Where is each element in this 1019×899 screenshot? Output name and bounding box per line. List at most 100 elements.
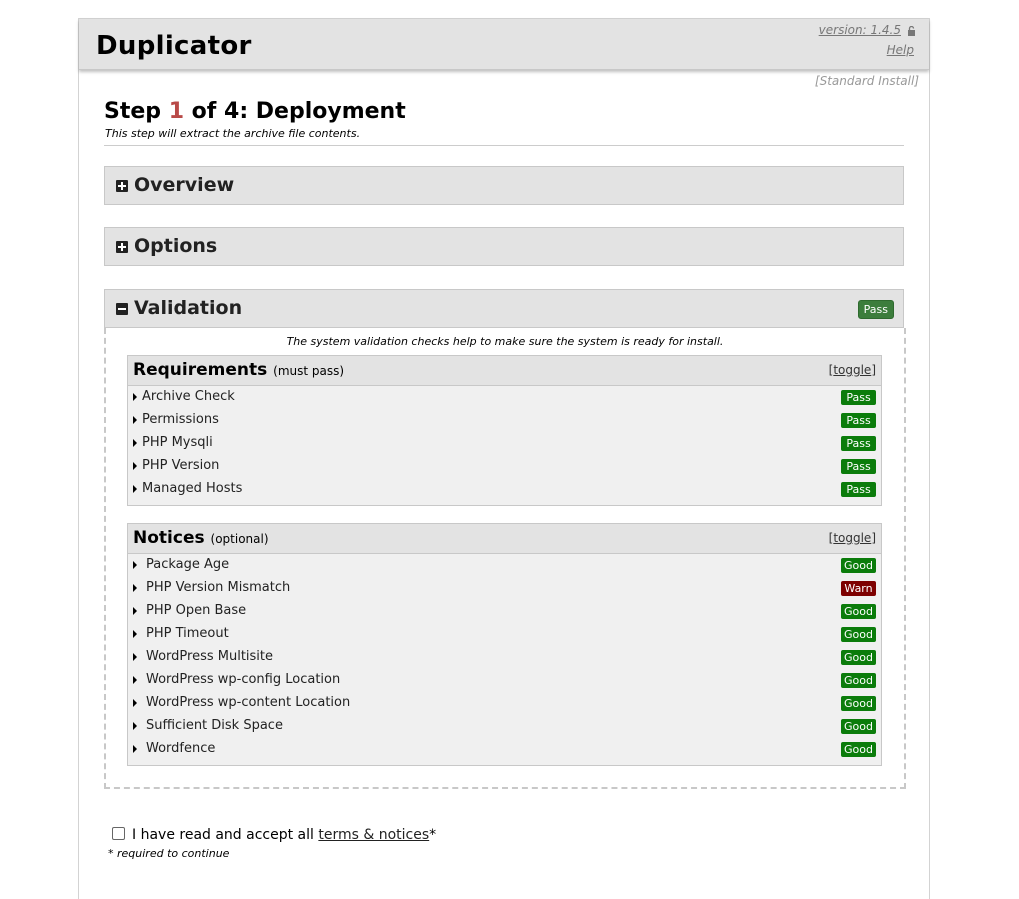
caret-right-icon [133,699,137,707]
notice-row[interactable]: PHP Timeout Good [128,623,881,646]
requirement-row[interactable]: PHP Mysqli Pass [128,432,881,455]
app-title: Duplicator [96,31,252,61]
section-overview[interactable]: Overview [104,166,904,205]
notice-label: PHP Timeout [146,626,229,641]
notices-toggle[interactable]: [toggle] [829,531,876,545]
notice-row[interactable]: WordPress wp-content Location Good [128,692,881,715]
lock-icon [908,26,915,36]
status-badge: Good [841,627,876,642]
status-badge: Pass [841,436,876,451]
requirements-toggle-link[interactable]: toggle [833,363,871,377]
caret-right-icon [133,745,137,753]
caret-right-icon [133,676,137,684]
step-number: 1 [168,99,185,124]
caret-right-icon [133,393,137,401]
status-badge: Good [841,558,876,573]
notice-label: WordPress Multisite [146,649,274,664]
section-validation-label: Validation [134,297,243,319]
caret-right-icon [133,416,137,424]
status-badge: Pass [841,482,876,497]
step-suffix: of 4: Deployment [184,99,406,124]
expand-icon [116,241,128,253]
notice-label: Sufficient Disk Space [146,718,283,733]
notice-row[interactable]: PHP Version Mismatch Warn [128,577,881,600]
notices-header: Notices (optional) [toggle] [128,524,881,554]
requirement-label: Managed Hosts [142,481,243,496]
requirement-row[interactable]: Permissions Pass [128,409,881,432]
notices-box: Notices (optional) [toggle] Package Age G… [127,523,882,766]
status-badge: Good [841,696,876,711]
caret-right-icon [133,722,137,730]
status-badge: Good [841,604,876,619]
notices-toggle-link[interactable]: toggle [833,531,871,545]
validation-note: The system validation checks help to mak… [286,335,724,348]
step-prefix: Step [104,99,169,124]
step-title: Step 1 of 4: Deployment [104,99,406,124]
divider [104,145,904,146]
requirement-label: Archive Check [142,389,235,404]
help-link[interactable]: Help [887,43,914,57]
section-options[interactable]: Options [104,227,904,266]
step-subtitle: This step will extract the archive file … [105,127,361,140]
caret-right-icon [133,630,137,638]
requirement-row[interactable]: Archive Check Pass [128,386,881,409]
requirements-title-text: Requirements [133,360,268,380]
notices-title-text: Notices [133,528,205,548]
requirement-label: Permissions [142,412,219,427]
requirements-toggle[interactable]: [toggle] [829,363,876,377]
notice-row[interactable]: PHP Open Base Good [128,600,881,623]
section-options-label: Options [134,235,218,257]
notice-row[interactable]: Package Age Good [128,554,881,577]
notice-label: WordPress wp-config Location [146,672,341,687]
requirement-label: PHP Version [142,458,220,473]
status-badge: Warn [841,581,876,596]
required-note: * required to continue [108,847,230,860]
notice-label: Wordfence [146,741,216,756]
notices-subtitle: (optional) [210,532,269,546]
section-validation[interactable]: Validation Pass [104,289,904,328]
notice-row[interactable]: Wordfence Good [128,738,881,761]
status-badge: Pass [841,413,876,428]
status-badge: Pass [841,390,876,405]
status-badge: Good [841,650,876,665]
notices-title: Notices (optional) [133,528,269,548]
caret-right-icon [133,439,137,447]
expand-icon [116,180,128,192]
notice-row[interactable]: WordPress wp-config Location Good [128,669,881,692]
notice-label: PHP Version Mismatch [146,580,291,595]
collapse-icon [116,303,128,315]
notices-list: Package Age Good PHP Version Mismatch Warn… [128,554,881,761]
caret-right-icon [133,485,137,493]
requirement-row[interactable]: Managed Hosts Pass [128,478,881,501]
caret-right-icon [133,584,137,592]
requirements-subtitle: (must pass) [273,364,345,378]
requirement-row[interactable]: PHP Version Pass [128,455,881,478]
accept-terms-checkbox[interactable] [112,827,125,840]
requirements-title: Requirements (must pass) [133,360,344,380]
validation-body: The system validation checks help to mak… [104,328,906,789]
notice-row[interactable]: Sufficient Disk Space Good [128,715,881,738]
status-badge: Good [841,742,876,757]
status-badge: Pass [841,459,876,474]
caret-right-icon [133,653,137,661]
caret-right-icon [133,561,137,569]
notice-label: PHP Open Base [146,603,247,618]
terms-link[interactable]: terms & notices [318,827,429,843]
installer-panel: Duplicator version: 1.4.5 Help [Standard… [78,18,930,899]
notice-label: Package Age [146,557,230,572]
notice-row[interactable]: WordPress Multisite Good [128,646,881,669]
install-type-label: [Standard Install] [814,74,919,88]
requirement-label: PHP Mysqli [142,435,213,450]
validation-status-badge: Pass [857,300,894,319]
status-badge: Good [841,719,876,734]
requirements-list: Archive Check Pass Permissions Pass PHP My… [128,386,881,501]
requirements-header: Requirements (must pass) [toggle] [128,356,881,386]
notice-label: WordPress wp-content Location [146,695,351,710]
status-badge: Good [841,673,876,688]
accept-terms-text: I have read and accept all [132,827,319,843]
section-overview-label: Overview [134,174,235,196]
version-link[interactable]: version: 1.4.5 [819,23,901,37]
required-asterisk: * [429,827,437,843]
caret-right-icon [133,462,137,470]
accept-terms: I have read and accept all terms & notic… [112,827,436,843]
